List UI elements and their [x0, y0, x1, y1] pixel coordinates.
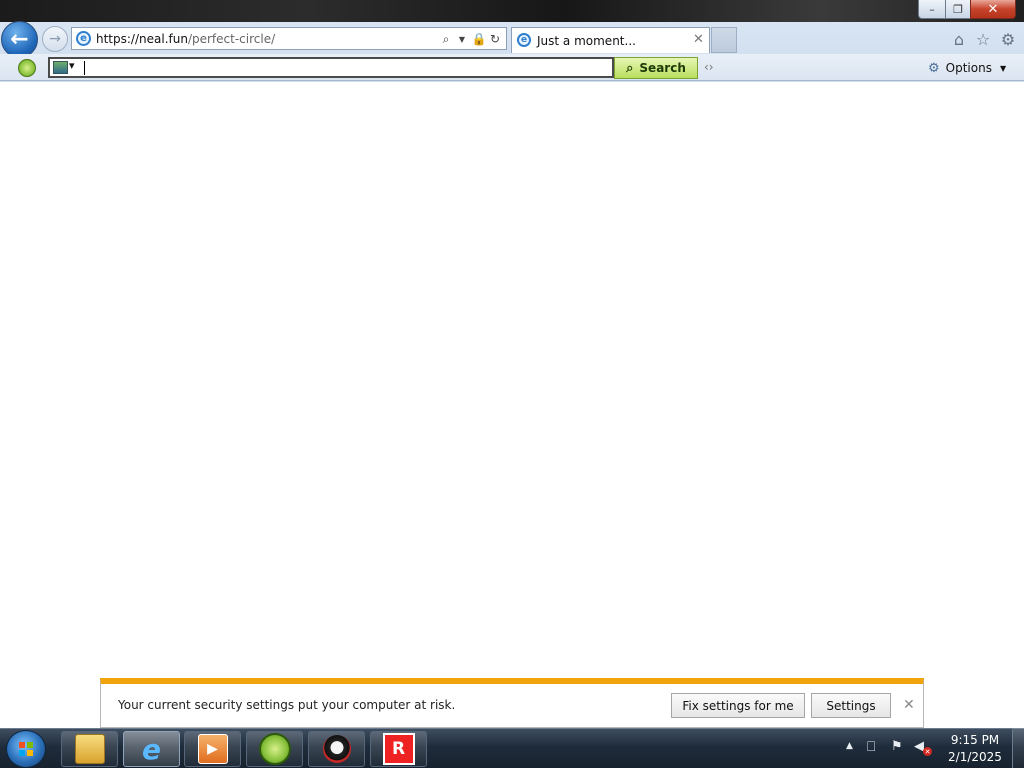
toolbar-search-input[interactable]: ▾ [48, 57, 614, 78]
chevron-down-icon[interactable]: ▾ [69, 59, 75, 72]
toolbar-logo-icon[interactable] [18, 59, 36, 77]
text-cursor [84, 61, 85, 75]
back-arrow-icon: ← [10, 27, 29, 52]
restore-icon: ❐ [953, 2, 963, 16]
address-url[interactable]: https://neal.fun/perfect-circle/ [96, 32, 275, 46]
security-notification-bar: Your current security settings put your … [100, 678, 924, 728]
settings-button[interactable]: Settings [811, 693, 891, 718]
search-toolbar: ▾ ⌕ Search ‹› ⚙ Options ▼ [0, 54, 1024, 81]
url-path: /perfect-circle/ [187, 32, 276, 46]
tab-just-a-moment[interactable]: e Just a moment... ✕ [511, 27, 710, 53]
taskbar-file-explorer[interactable] [61, 731, 118, 767]
close-window-button[interactable]: ✕ [970, 0, 1016, 19]
search-engine-icon[interactable] [53, 61, 68, 74]
clock-date[interactable]: 2/1/2025 [940, 750, 1010, 764]
gear-icon[interactable]: ⚙ [998, 29, 1018, 49]
new-tab-button[interactable] [711, 27, 737, 53]
address-bar[interactable]: e https://neal.fun/perfect-circle/ ⌕ ▼ 🔒… [71, 27, 507, 50]
close-icon: ✕ [987, 1, 999, 17]
title-bar [0, 0, 1024, 22]
folder-icon [74, 734, 105, 764]
url-host: https://neal.fun [96, 32, 188, 46]
media-player-icon: ▶ [197, 734, 228, 764]
search-button-label: Search [639, 61, 686, 75]
chevron-down-icon: ▼ [999, 63, 1007, 73]
start-button[interactable] [6, 730, 46, 768]
green-app-icon [258, 733, 291, 765]
search-button[interactable]: ⌕ Search [614, 57, 698, 79]
taskbar-internet-explorer[interactable]: e [123, 731, 180, 767]
options-gear-icon: ⚙ [928, 60, 940, 76]
close-tab-icon[interactable]: ✕ [693, 32, 704, 47]
ie-icon: e [517, 33, 531, 47]
search-icon[interactable]: ⌕ [439, 31, 453, 47]
ie-icon: e [76, 31, 91, 46]
home-icon[interactable]: ⌂ [949, 29, 969, 49]
taskbar-character-app[interactable] [308, 731, 365, 767]
lock-icon[interactable]: 🔒 [472, 31, 487, 47]
notification-message: Your current security settings put your … [118, 698, 456, 712]
action-center-flag-icon[interactable]: ⚑ [891, 739, 903, 754]
back-button[interactable]: ← [1, 21, 38, 58]
page-viewport[interactable] [0, 82, 1024, 728]
forward-button[interactable]: → [42, 26, 68, 52]
taskbar-roblox[interactable]: R [370, 731, 427, 767]
taskbar-green-app[interactable] [246, 731, 303, 767]
close-icon[interactable]: ✕ [903, 697, 915, 713]
muted-icon: ✕ [923, 747, 932, 756]
tab-title: Just a moment... [537, 34, 636, 48]
character-icon [322, 735, 351, 763]
toolbar-resize-handle[interactable]: ‹› [704, 60, 714, 74]
show-hidden-icons-icon[interactable]: ▲ [846, 741, 853, 751]
fix-settings-button[interactable]: Fix settings for me [671, 693, 805, 718]
ie-icon: e [142, 732, 161, 766]
taskbar-media-player[interactable]: ▶ [184, 731, 241, 767]
options-label: Options [945, 61, 992, 75]
minimize-button[interactable]: – [918, 0, 946, 19]
restore-button[interactable]: ❐ [945, 0, 971, 19]
refresh-icon[interactable]: ↻ [488, 31, 502, 47]
options-button[interactable]: ⚙ Options ▼ [928, 58, 1018, 78]
favorites-icon[interactable]: ☆ [973, 29, 993, 49]
dropdown-icon[interactable]: ▼ [455, 31, 469, 47]
network-icon[interactable]: ⎕ [867, 739, 875, 755]
show-desktop-button[interactable] [1012, 728, 1024, 768]
roblox-icon: R [382, 733, 415, 765]
forward-arrow-icon: → [49, 31, 61, 47]
search-icon: ⌕ [626, 60, 634, 76]
clock-time[interactable]: 9:15 PM [940, 733, 1010, 747]
windows-logo-icon [19, 742, 33, 756]
minimize-icon: – [929, 2, 935, 16]
